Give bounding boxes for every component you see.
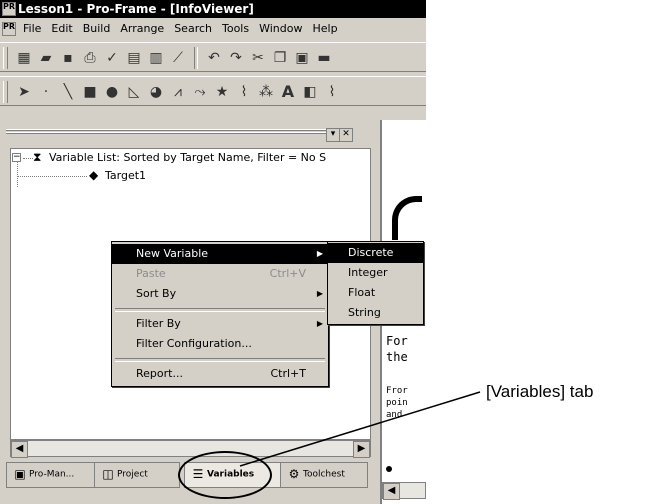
callout-line (239, 391, 481, 467)
callout-label: [Variables] tab (486, 382, 594, 401)
